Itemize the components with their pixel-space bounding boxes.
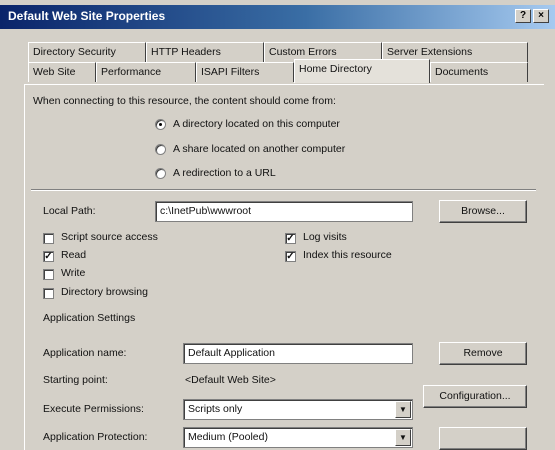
application-settings-heading: Application Settings bbox=[43, 312, 136, 324]
radio-url-redirect-label[interactable]: A redirection to a URL bbox=[173, 167, 276, 179]
tab-web-site[interactable]: Web Site bbox=[28, 62, 96, 82]
title-bar[interactable]: Default Web Site Properties ? × bbox=[0, 5, 555, 29]
execute-permissions-value: Scripts only bbox=[188, 403, 243, 415]
application-protection-label: Application Protection: bbox=[43, 431, 148, 443]
help-button[interactable]: ? bbox=[515, 9, 531, 23]
tab-home-directory[interactable]: Home Directory bbox=[294, 59, 430, 83]
remove-button[interactable]: Remove bbox=[439, 342, 527, 365]
tab-performance[interactable]: Performance bbox=[96, 62, 196, 82]
divider bbox=[31, 189, 536, 191]
log-visits-label[interactable]: Log visits bbox=[303, 231, 347, 243]
chevron-down-icon[interactable]: ▼ bbox=[395, 429, 411, 446]
radio-local-directory-label[interactable]: A directory located on this computer bbox=[173, 118, 340, 130]
index-resource-checkbox[interactable]: ✓ bbox=[285, 251, 296, 262]
application-name-input[interactable]: Default Application bbox=[183, 343, 413, 364]
application-protection-select[interactable]: Medium (Pooled) ▼ bbox=[183, 427, 413, 448]
tab-http-headers[interactable]: HTTP Headers bbox=[146, 42, 264, 62]
tab-directory-security[interactable]: Directory Security bbox=[28, 42, 146, 62]
radio-local-directory[interactable] bbox=[155, 119, 166, 130]
radio-network-share[interactable] bbox=[155, 144, 166, 155]
configuration-button[interactable]: Configuration... bbox=[423, 385, 527, 408]
write-label[interactable]: Write bbox=[61, 267, 85, 279]
starting-point-value: <Default Web Site> bbox=[185, 374, 276, 386]
read-checkbox[interactable]: ✓ bbox=[43, 251, 54, 262]
chevron-down-icon[interactable]: ▼ bbox=[395, 401, 411, 418]
application-protection-value: Medium (Pooled) bbox=[188, 431, 268, 443]
read-label[interactable]: Read bbox=[61, 249, 86, 261]
local-path-input[interactable]: c:\InetPub\wwwroot bbox=[155, 201, 413, 222]
log-visits-checkbox[interactable]: ✓ bbox=[285, 233, 296, 244]
script-source-access-label[interactable]: Script source access bbox=[61, 231, 158, 243]
unload-button[interactable] bbox=[439, 427, 527, 450]
properties-dialog: Default Web Site Properties ? × Director… bbox=[0, 0, 555, 450]
execute-permissions-label: Execute Permissions: bbox=[43, 403, 144, 415]
radio-network-share-label[interactable]: A share located on another computer bbox=[173, 143, 345, 155]
execute-permissions-select[interactable]: Scripts only ▼ bbox=[183, 399, 413, 420]
radio-url-redirect[interactable] bbox=[155, 168, 166, 179]
source-prompt: When connecting to this resource, the co… bbox=[33, 95, 336, 107]
close-button[interactable]: × bbox=[533, 9, 549, 23]
home-directory-panel: When connecting to this resource, the co… bbox=[24, 84, 544, 450]
script-source-access-checkbox[interactable] bbox=[43, 233, 54, 244]
index-resource-label[interactable]: Index this resource bbox=[303, 249, 392, 261]
starting-point-label: Starting point: bbox=[43, 374, 108, 386]
browse-button[interactable]: Browse... bbox=[439, 200, 527, 223]
application-name-label: Application name: bbox=[43, 347, 127, 359]
tab-isapi-filters[interactable]: ISAPI Filters bbox=[196, 62, 294, 82]
directory-browsing-checkbox[interactable] bbox=[43, 288, 54, 299]
tab-documents[interactable]: Documents bbox=[430, 62, 528, 82]
directory-browsing-label[interactable]: Directory browsing bbox=[61, 286, 148, 298]
write-checkbox[interactable] bbox=[43, 269, 54, 280]
window-title: Default Web Site Properties bbox=[8, 9, 166, 23]
local-path-label: Local Path: bbox=[43, 205, 96, 217]
